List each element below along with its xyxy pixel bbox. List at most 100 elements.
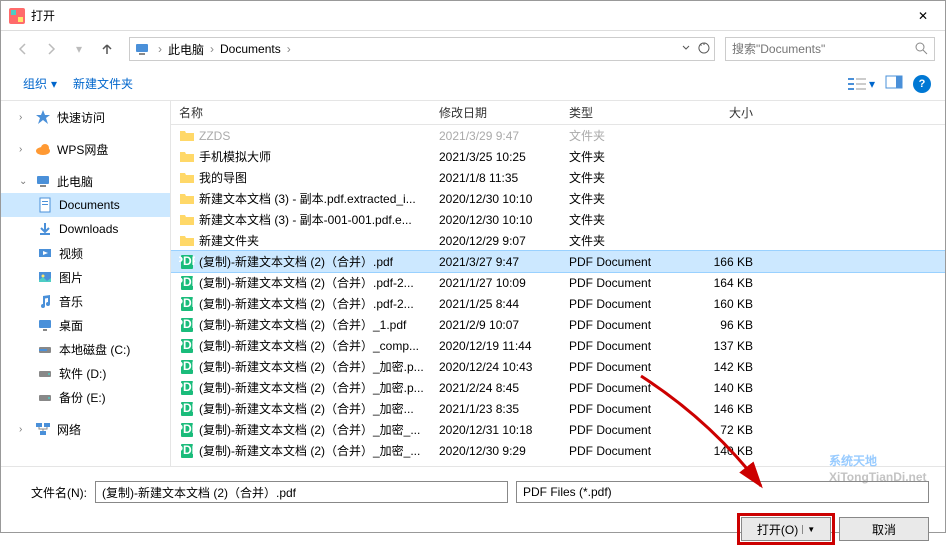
forward-button[interactable] xyxy=(39,37,63,61)
file-name: (复制)-新建文本文档 (2)（合并）_加密.p... xyxy=(199,379,431,396)
sidebar-network[interactable]: ›网络 xyxy=(1,417,170,441)
cloud-icon xyxy=(35,141,51,157)
filename-input[interactable] xyxy=(95,481,508,503)
file-type: PDF Document xyxy=(561,339,681,353)
folder-icon xyxy=(179,149,195,165)
file-name: (复制)-新建文本文档 (2)（合并）.pdf-2... xyxy=(199,274,431,291)
sidebar-quick-access[interactable]: ›快速访问 xyxy=(1,105,170,129)
file-row[interactable]: PDF(复制)-新建文本文档 (2)（合并）_加密_...2020/12/31 … xyxy=(171,419,945,440)
svg-text:PDF: PDF xyxy=(179,338,195,352)
sidebar-drive-e[interactable]: 备份 (E:) xyxy=(1,385,170,409)
sidebar-videos[interactable]: 视频 xyxy=(1,241,170,265)
file-row[interactable]: 手机模拟大师2021/3/25 10:25文件夹 xyxy=(171,146,945,167)
file-row[interactable]: 新建文本文档 (3) - 副本.pdf.extracted_i...2020/1… xyxy=(171,188,945,209)
file-type: 文件夹 xyxy=(561,211,681,228)
view-button[interactable]: ▾ xyxy=(847,76,875,92)
file-row[interactable]: PDF(复制)-新建文本文档 (2)（合并）_加密.p...2021/2/24 … xyxy=(171,377,945,398)
file-date: 2020/12/30 9:29 xyxy=(431,444,561,458)
search-icon xyxy=(914,41,928,58)
svg-text:PDF: PDF xyxy=(179,401,195,415)
new-folder-button[interactable]: 新建文件夹 xyxy=(65,71,141,96)
sidebar-documents[interactable]: Documents xyxy=(1,193,170,217)
file-row[interactable]: PDF (复制)-新建文本文档 (2)（合并）_加密...2021/1/23 8:… xyxy=(171,398,945,419)
file-row[interactable]: PDF(复制)-新建文本文档 (2)（合并）_加密_...2020/12/30 … xyxy=(171,440,945,461)
close-button[interactable]: ✕ xyxy=(903,2,943,30)
file-type: 文件夹 xyxy=(561,169,681,186)
pdf-icon: PDF xyxy=(179,401,195,417)
svg-text:PDF: PDF xyxy=(179,380,195,394)
col-date[interactable]: 修改日期 xyxy=(431,104,561,121)
organize-button[interactable]: 组织 ▾ xyxy=(15,71,65,96)
file-name: (复制)-新建文本文档 (2)（合并）_加密_... xyxy=(199,421,431,438)
column-headers[interactable]: 名称 修改日期 类型 大小 xyxy=(171,101,945,125)
path-dropdown[interactable] xyxy=(681,42,710,56)
up-button[interactable] xyxy=(95,37,119,61)
file-row[interactable]: 我的导图2021/1/8 11:35文件夹 xyxy=(171,167,945,188)
back-button[interactable] xyxy=(11,37,35,61)
file-date: 2021/3/29 9:47 xyxy=(431,129,561,143)
sidebar-pictures[interactable]: 图片 xyxy=(1,265,170,289)
folder-icon xyxy=(179,233,195,249)
breadcrumb-bar[interactable]: › 此电脑 › Documents › xyxy=(129,37,715,61)
cancel-button[interactable]: 取消 xyxy=(839,517,929,541)
title-bar: 打开 ✕ xyxy=(1,1,945,31)
open-button[interactable]: 打开(O) ▼ xyxy=(741,517,831,541)
file-row[interactable]: PDF(复制)-新建文本文档 (2)（合并）.pdf-2...2021/1/25… xyxy=(171,293,945,314)
svg-text:PDF: PDF xyxy=(179,254,195,268)
drive-icon xyxy=(37,389,53,405)
preview-pane-button[interactable] xyxy=(885,75,903,92)
file-type-filter[interactable] xyxy=(516,481,929,503)
crumb-documents[interactable]: Documents xyxy=(218,42,283,56)
sidebar-drive-d[interactable]: 软件 (D:) xyxy=(1,361,170,385)
file-name: (复制)-新建文本文档 (2)（合并）_加密... xyxy=(199,400,431,417)
file-row[interactable]: PDF(复制)-新建文本文档 (2)（合并）_1.pdf2021/2/9 10:… xyxy=(171,314,945,335)
chevron-down-icon: ⌄ xyxy=(19,176,29,187)
pdf-icon: PDF xyxy=(179,275,195,291)
file-row[interactable]: PDF(复制)-新建文本文档 (2)（合并）.pdf2021/3/27 9:47… xyxy=(171,251,945,272)
file-row[interactable]: 新建文本文档 (3) - 副本-001-001.pdf.e...2020/12/… xyxy=(171,209,945,230)
file-name: (复制)-新建文本文档 (2)（合并）_1.pdf xyxy=(199,316,431,333)
document-icon xyxy=(37,197,53,213)
file-size: 164 KB xyxy=(681,276,761,290)
file-row[interactable]: PDF(复制)-新建文本文档 (2)（合并）.pdf-2...2021/1/27… xyxy=(171,272,945,293)
chevron-right-icon: › xyxy=(19,424,29,435)
recent-dropdown[interactable]: ▾ xyxy=(67,37,91,61)
crumb-this-pc[interactable]: 此电脑 xyxy=(166,41,206,58)
sidebar-drive-c[interactable]: 本地磁盘 (C:) xyxy=(1,337,170,361)
file-row[interactable]: 新建文件夹2020/12/29 9:07文件夹 xyxy=(171,230,945,251)
file-type: PDF Document xyxy=(561,423,681,437)
chevron-right-icon: › xyxy=(19,144,29,155)
video-icon xyxy=(37,245,53,261)
help-icon[interactable]: ? xyxy=(913,75,931,93)
file-name: (复制)-新建文本文档 (2)（合并）.pdf-2... xyxy=(199,295,431,312)
file-size: 140 KB xyxy=(681,444,761,458)
col-name[interactable]: 名称 xyxy=(171,104,431,121)
toolbar: 组织 ▾ 新建文件夹 ▾ ? xyxy=(1,67,945,101)
sidebar-desktop[interactable]: 桌面 xyxy=(1,313,170,337)
file-size: 137 KB xyxy=(681,339,761,353)
pdf-icon: PDF xyxy=(179,422,195,438)
file-date: 2020/12/24 10:43 xyxy=(431,360,561,374)
app-icon xyxy=(9,8,25,24)
file-row[interactable]: PDF(复制)-新建文本文档 (2)（合并）_加密.p...2020/12/24… xyxy=(171,356,945,377)
pdf-icon: PDF xyxy=(179,317,195,333)
search-input[interactable] xyxy=(732,42,914,56)
sidebar-downloads[interactable]: Downloads xyxy=(1,217,170,241)
sidebar-wps[interactable]: ›WPS网盘 xyxy=(1,137,170,161)
file-row[interactable]: PDF(复制)-新建文本文档 (2)（合并）_comp...2020/12/19… xyxy=(171,335,945,356)
chevron-right-icon: › xyxy=(206,42,218,56)
col-type[interactable]: 类型 xyxy=(561,104,681,121)
file-date: 2021/1/23 8:35 xyxy=(431,402,561,416)
file-date: 2021/3/25 10:25 xyxy=(431,150,561,164)
sidebar-music[interactable]: 音乐 xyxy=(1,289,170,313)
file-type: PDF Document xyxy=(561,255,681,269)
col-size[interactable]: 大小 xyxy=(681,104,761,121)
file-name: 我的导图 xyxy=(199,169,431,186)
file-date: 2021/1/25 8:44 xyxy=(431,297,561,311)
search-box[interactable] xyxy=(725,37,935,61)
chevron-right-icon: › xyxy=(19,112,29,123)
file-name: 手机模拟大师 xyxy=(199,148,431,165)
sidebar-this-pc[interactable]: ⌄此电脑 xyxy=(1,169,170,193)
file-row[interactable]: ZZDS2021/3/29 9:47文件夹 xyxy=(171,125,945,146)
file-date: 2020/12/31 10:18 xyxy=(431,423,561,437)
